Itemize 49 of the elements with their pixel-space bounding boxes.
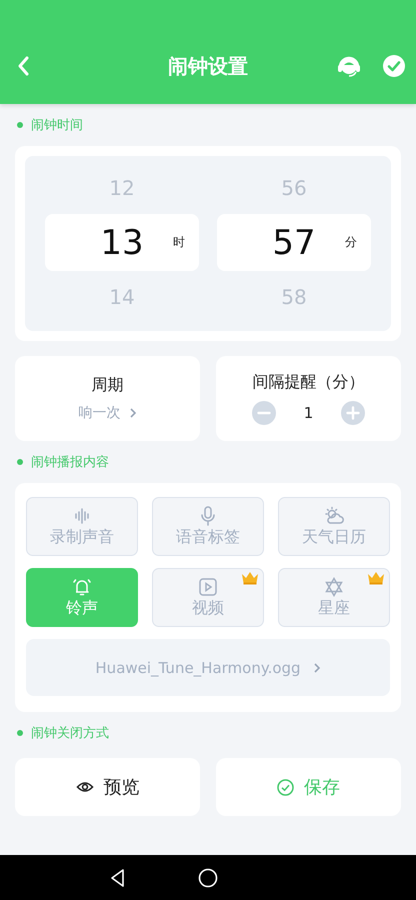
picker-unit: 分 — [345, 234, 357, 251]
picker-unit: 时 — [173, 234, 185, 251]
option-icon — [323, 576, 345, 598]
plus-button[interactable] — [341, 401, 366, 425]
section-dot — [17, 122, 23, 128]
chevron-icon — [312, 662, 321, 674]
content-option[interactable]: 天气日历 — [278, 497, 390, 556]
option-icon — [197, 576, 219, 598]
time-picker[interactable]: 12 13 时 14 56 57 分 58 — [25, 156, 391, 331]
option-label: 天气日历 — [302, 527, 366, 548]
back-icon[interactable] — [16, 55, 30, 77]
period-card[interactable]: 周期 响一次 — [15, 356, 200, 441]
content-option[interactable]: 铃声 — [26, 568, 138, 627]
picker-option[interactable]: 14 — [109, 285, 135, 309]
option-label: 录制声音 — [50, 527, 114, 548]
picker-option[interactable]: 12 — [109, 176, 135, 200]
ringtone-file: Huawei_Tune_Harmony.ogg — [95, 658, 301, 676]
period-label: 周期 — [92, 375, 124, 396]
option-label: 星座 — [318, 598, 350, 619]
preview-button[interactable]: 预览 — [15, 758, 200, 816]
content-option[interactable]: 语音标签 — [152, 497, 264, 556]
picker-value: 57 — [272, 222, 316, 262]
content-option[interactable]: 星座 — [278, 568, 390, 627]
option-label: 铃声 — [66, 598, 98, 619]
section-title: 闹钟关闭方式 — [31, 725, 109, 742]
check-circle-icon — [277, 778, 294, 796]
picker-value: 13 — [100, 222, 144, 262]
chevron-icon — [128, 407, 136, 419]
period-value: 响一次 — [78, 404, 120, 422]
option-icon — [323, 505, 345, 527]
ringtone-selector[interactable]: Huawei_Tune_Harmony.ogg — [26, 639, 390, 696]
content-option[interactable]: 视频 — [152, 568, 264, 627]
section-dot — [17, 459, 23, 465]
option-label: 视频 — [192, 598, 224, 619]
interval-value: 1 — [304, 404, 314, 422]
section-title: 闹钟时间 — [31, 117, 83, 134]
option-label: 语音标签 — [176, 527, 240, 548]
picker-option[interactable]: 56 — [281, 176, 307, 200]
minus-button[interactable] — [252, 401, 276, 425]
section-dot — [17, 730, 23, 736]
section-title: 闹钟播报内容 — [31, 454, 109, 471]
save-button[interactable]: 保存 — [216, 758, 401, 816]
interval-label: 间隔提醒（分） — [252, 372, 364, 393]
check-icon[interactable] — [382, 54, 406, 78]
eye-icon — [76, 780, 94, 794]
content-option[interactable]: 录制声音 — [26, 497, 138, 556]
home-nav-icon[interactable] — [198, 868, 218, 888]
picker-option[interactable]: 58 — [281, 285, 307, 309]
page-title: 闹钟设置 — [167, 52, 249, 80]
